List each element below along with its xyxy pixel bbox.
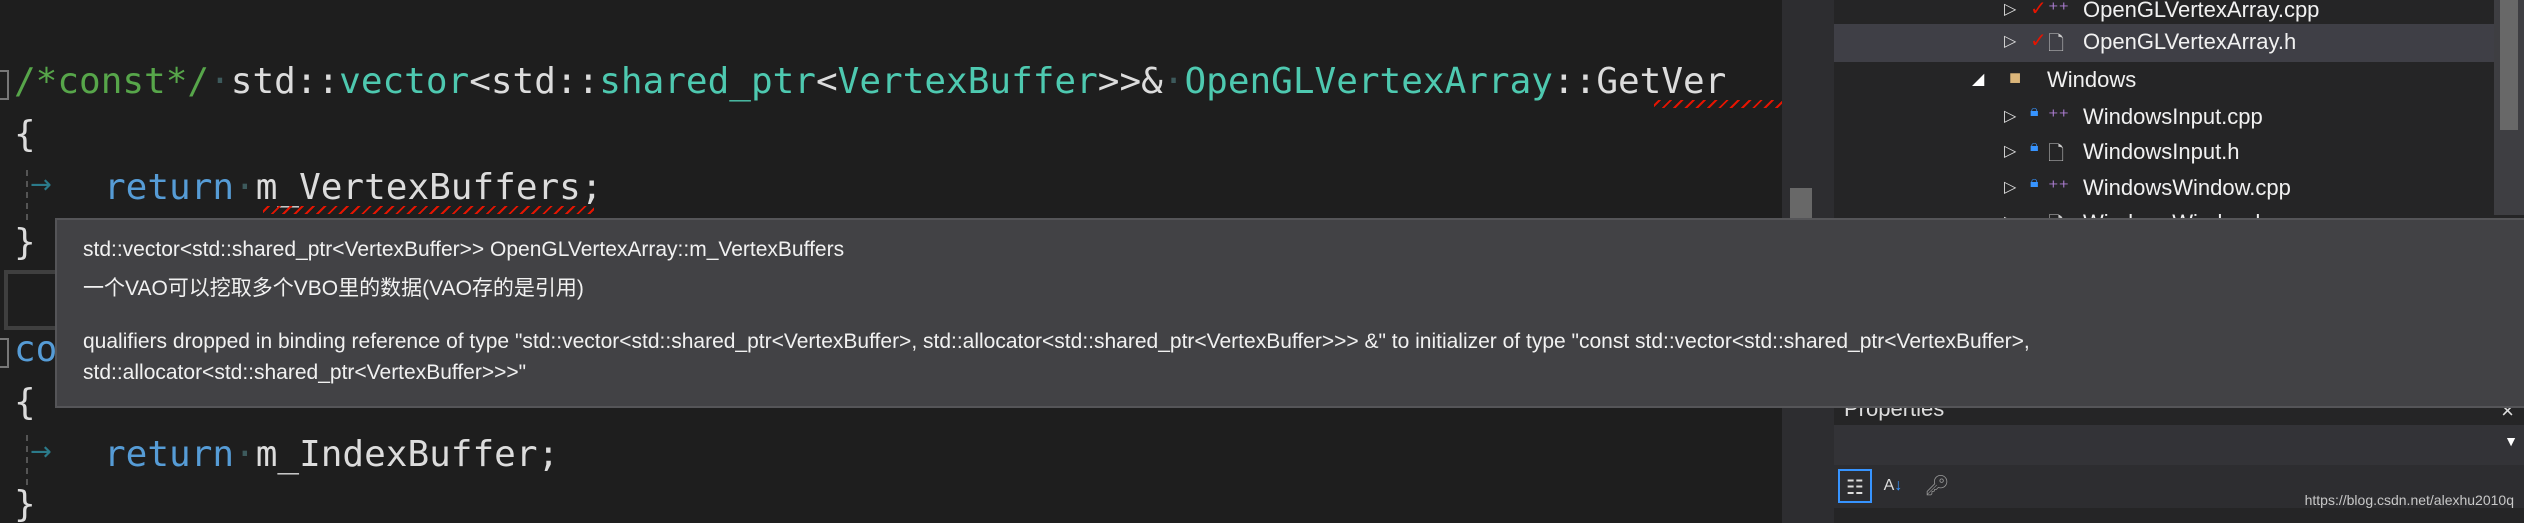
tab-arrow-icon: → [30,437,52,467]
code-line-6: { [14,382,36,423]
tooltip-error-line-1: qualifiers dropped in binding reference … [83,330,2030,353]
properties-object-dropdown[interactable]: ▼ [1834,425,2524,465]
tree-item[interactable]: ▷ 🔒︎ ⁺⁺ WindowsInput.cpp [1834,99,2494,135]
header-file-icon: 🗋 [2048,143,2065,165]
properties-header: Properties × [1834,408,2524,425]
tree-item-selected[interactable]: ▷ ✓ 🗋 OpenGLVertexArray.h [1834,24,2494,62]
indent-guide [26,170,28,220]
error-squiggle [263,206,594,214]
code-line-2: { [14,114,36,155]
tab-arrow-icon: → [30,170,52,200]
collapse-arrow-icon[interactable]: ◢ [1972,69,1984,89]
lock-icon: 🔒︎ [2030,138,2039,155]
code-line-5: co [14,329,58,370]
fold-marker[interactable] [0,338,9,368]
code-line-7: return·m_IndexBuffer; [104,434,560,475]
chevron-down-icon[interactable]: ▼ [2504,433,2518,449]
indent-guide [26,435,28,485]
tooltip-error-line-2: std::allocator<std::shared_ptr<VertexBuf… [83,361,527,384]
expand-arrow-icon[interactable]: ▷ [2004,177,2016,197]
close-icon[interactable]: × [2501,408,2514,424]
scrollbar-thumb[interactable] [2500,0,2518,130]
alphabetical-icon[interactable]: A↓ [1876,469,1910,503]
property-pages-icon[interactable]: 🔑︎ [1920,469,1954,503]
properties-title: Properties [1844,408,1945,421]
tooltip-signature: std::vector<std::shared_ptr<VertexBuffer… [83,238,845,261]
expand-arrow-icon[interactable]: ▷ [2004,31,2016,51]
code-line-8: } [14,484,36,523]
tooltip-comment: 一个VAO可以挖取多个VBO里的数据(VAO存的是引用) [83,277,584,300]
lock-icon: 🔒︎ [2030,103,2039,120]
lock-icon: 🔒︎ [2030,174,2039,191]
tree-item[interactable]: ▷ 🔒︎ ⁺⁺ WindowsWindow.cpp [1834,170,2494,206]
expand-arrow-icon[interactable]: ▷ [2004,141,2016,161]
explorer-scrollbar[interactable] [2494,0,2524,215]
checkout-check-icon: ✓ [2030,0,2047,20]
categorized-icon[interactable]: ☷ [1838,469,1872,503]
code-line-1: /*const*/·std::vector<std::shared_ptr<Ve… [14,61,1727,102]
header-file-icon: 🗋 [2048,33,2065,55]
cpp-file-icon: ⁺⁺ [2048,0,2070,21]
watermark: https://blog.csdn.net/alexhu2010q [2304,492,2514,508]
tree-item[interactable]: ▷ 🔒︎ 🗋 WindowsInput.h [1834,134,2494,170]
checkout-check-icon: ✓ [2030,30,2047,52]
tree-folder[interactable]: ◢ ■ Windows [1834,62,2494,98]
scrollbar-thumb[interactable] [1790,188,1812,218]
expand-arrow-icon[interactable]: ▷ [2004,106,2016,126]
cpp-file-icon: ⁺⁺ [2048,177,2070,199]
expand-arrow-icon[interactable]: ▷ [2004,0,2016,19]
cpp-file-icon: ⁺⁺ [2048,106,2070,128]
code-line-4: } [14,222,36,263]
quickinfo-tooltip: std::vector<std::shared_ptr<VertexBuffer… [55,218,2524,408]
folder-icon: ■ [2009,67,2022,89]
fold-marker[interactable] [0,70,9,100]
error-squiggle [1654,100,1782,108]
